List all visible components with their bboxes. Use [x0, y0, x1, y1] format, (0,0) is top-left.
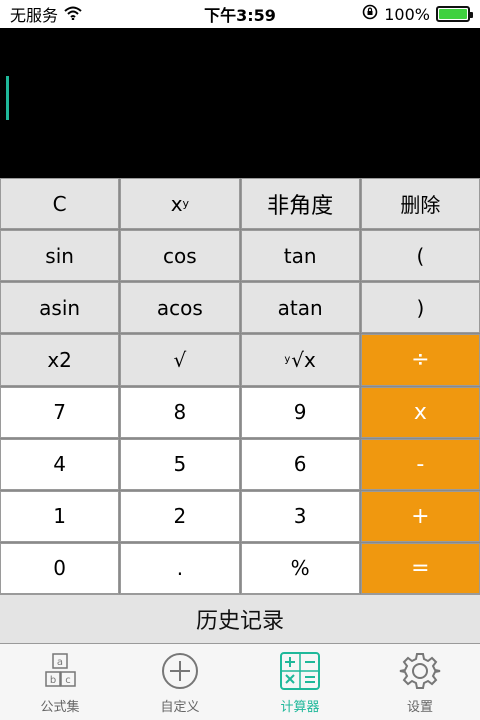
atan-button[interactable]: atan — [240, 282, 360, 334]
power-exponent: y — [182, 197, 190, 211]
digit-1-button[interactable]: 1 — [0, 490, 120, 542]
wifi-icon — [64, 5, 82, 24]
delete-label: 删除 — [400, 193, 441, 218]
nth-root-index: y — [284, 354, 291, 366]
multiply-button[interactable]: x — [360, 386, 480, 438]
delete-button[interactable]: 删除 — [360, 178, 480, 230]
sqrt-label: √ — [173, 347, 187, 372]
decimal-point-button[interactable]: . — [120, 542, 240, 594]
digit-2-button[interactable]: 2 — [120, 490, 240, 542]
tab-custom[interactable]: 自定义 — [120, 644, 240, 720]
digit-0-label: 0 — [53, 556, 66, 581]
digit-7-button[interactable]: 7 — [0, 386, 120, 438]
power-button[interactable]: xy — [120, 178, 240, 230]
close-paren-label: ) — [416, 295, 425, 320]
tan-label: tan — [283, 243, 317, 268]
cos-label: cos — [163, 243, 197, 268]
open-paren-label: ( — [416, 243, 425, 268]
rotation-lock-icon — [362, 4, 378, 24]
add-button[interactable]: + — [360, 490, 480, 542]
close-paren-button[interactable]: ) — [360, 282, 480, 334]
sin-label: sin — [45, 243, 74, 268]
tab-settings[interactable]: 设置 — [360, 644, 480, 720]
subtract-button[interactable]: - — [360, 438, 480, 490]
degree-mode-label: 非角度 — [267, 193, 334, 219]
digit-3-label: 3 — [293, 504, 307, 529]
sin-button[interactable]: sin — [0, 230, 120, 282]
history-label: 历史记录 — [195, 609, 284, 634]
plus-circle-icon — [158, 652, 202, 692]
status-bar: 无服务 下午3:59 100% — [0, 0, 480, 28]
digit-4-button[interactable]: 4 — [0, 438, 120, 490]
gear-icon — [398, 652, 442, 692]
square-label: x2 — [47, 347, 72, 372]
digit-6-label: 6 — [293, 452, 307, 477]
percent-button[interactable]: % — [240, 542, 360, 594]
percent-label: % — [290, 556, 310, 581]
digit-8-button[interactable]: 8 — [120, 386, 240, 438]
power-label: x — [170, 191, 183, 216]
nth-root-label: √x — [291, 347, 316, 372]
svg-text:b: b — [50, 675, 56, 686]
battery-icon — [436, 6, 473, 22]
digit-5-button[interactable]: 5 — [120, 438, 240, 490]
clear-button[interactable]: C — [0, 178, 120, 230]
equals-button[interactable]: = — [360, 542, 480, 594]
acos-button[interactable]: acos — [120, 282, 240, 334]
digit-1-label: 1 — [53, 504, 66, 529]
text-cursor — [6, 76, 9, 120]
clear-label: C — [52, 191, 67, 216]
svg-text:a: a — [57, 657, 63, 668]
digit-9-button[interactable]: 9 — [240, 386, 360, 438]
decimal-point-label: . — [176, 556, 184, 581]
degree-mode-button[interactable]: 非角度 — [240, 178, 360, 230]
digit-2-label: 2 — [173, 504, 187, 529]
digit-6-button[interactable]: 6 — [240, 438, 360, 490]
tab-calculator-label: 计算器 — [280, 700, 320, 715]
tab-formulas[interactable]: a b c 公式集 — [0, 644, 120, 720]
carrier-text: 无服务 — [10, 6, 59, 25]
divide-label: ÷ — [411, 347, 430, 373]
acos-label: acos — [156, 295, 203, 320]
keypad: C xy 非角度 删除 sin cos tan ( asin acos atan… — [0, 178, 480, 594]
tab-formulas-label: 公式集 — [40, 700, 80, 715]
sqrt-button[interactable]: √ — [120, 334, 240, 386]
digit-7-label: 7 — [53, 400, 66, 425]
digit-3-button[interactable]: 3 — [240, 490, 360, 542]
tan-button[interactable]: tan — [240, 230, 360, 282]
atan-label: atan — [277, 295, 323, 320]
digit-0-button[interactable]: 0 — [0, 542, 120, 594]
status-right: 100% — [362, 4, 473, 24]
multiply-label: x — [413, 399, 427, 425]
svg-text:c: c — [65, 675, 71, 686]
equals-label: = — [411, 555, 430, 581]
square-button[interactable]: x2 — [0, 334, 120, 386]
tab-calculator[interactable]: 计算器 — [240, 644, 360, 720]
calculator-display[interactable] — [0, 28, 480, 178]
nth-root-button[interactable]: y √x — [240, 334, 360, 386]
digit-9-label: 9 — [293, 400, 307, 425]
status-left: 无服务 — [10, 2, 82, 26]
battery-fill — [439, 9, 467, 19]
add-label: + — [411, 503, 430, 529]
subtract-label: - — [416, 451, 425, 477]
tab-settings-label: 设置 — [406, 700, 433, 715]
calculator-icon — [278, 652, 322, 692]
digit-8-label: 8 — [173, 400, 187, 425]
abc-blocks-icon: a b c — [38, 652, 82, 692]
cos-button[interactable]: cos — [120, 230, 240, 282]
tab-bar: a b c 公式集 自定义 计算器 设置 — [0, 644, 480, 720]
digit-4-label: 4 — [53, 452, 66, 477]
divide-button[interactable]: ÷ — [360, 334, 480, 386]
digit-5-label: 5 — [173, 452, 187, 477]
tab-custom-label: 自定义 — [160, 700, 200, 715]
asin-button[interactable]: asin — [0, 282, 120, 334]
history-button[interactable]: 历史记录 — [0, 594, 480, 644]
asin-label: asin — [39, 295, 81, 320]
battery-percent: 100% — [384, 4, 430, 24]
open-paren-button[interactable]: ( — [360, 230, 480, 282]
